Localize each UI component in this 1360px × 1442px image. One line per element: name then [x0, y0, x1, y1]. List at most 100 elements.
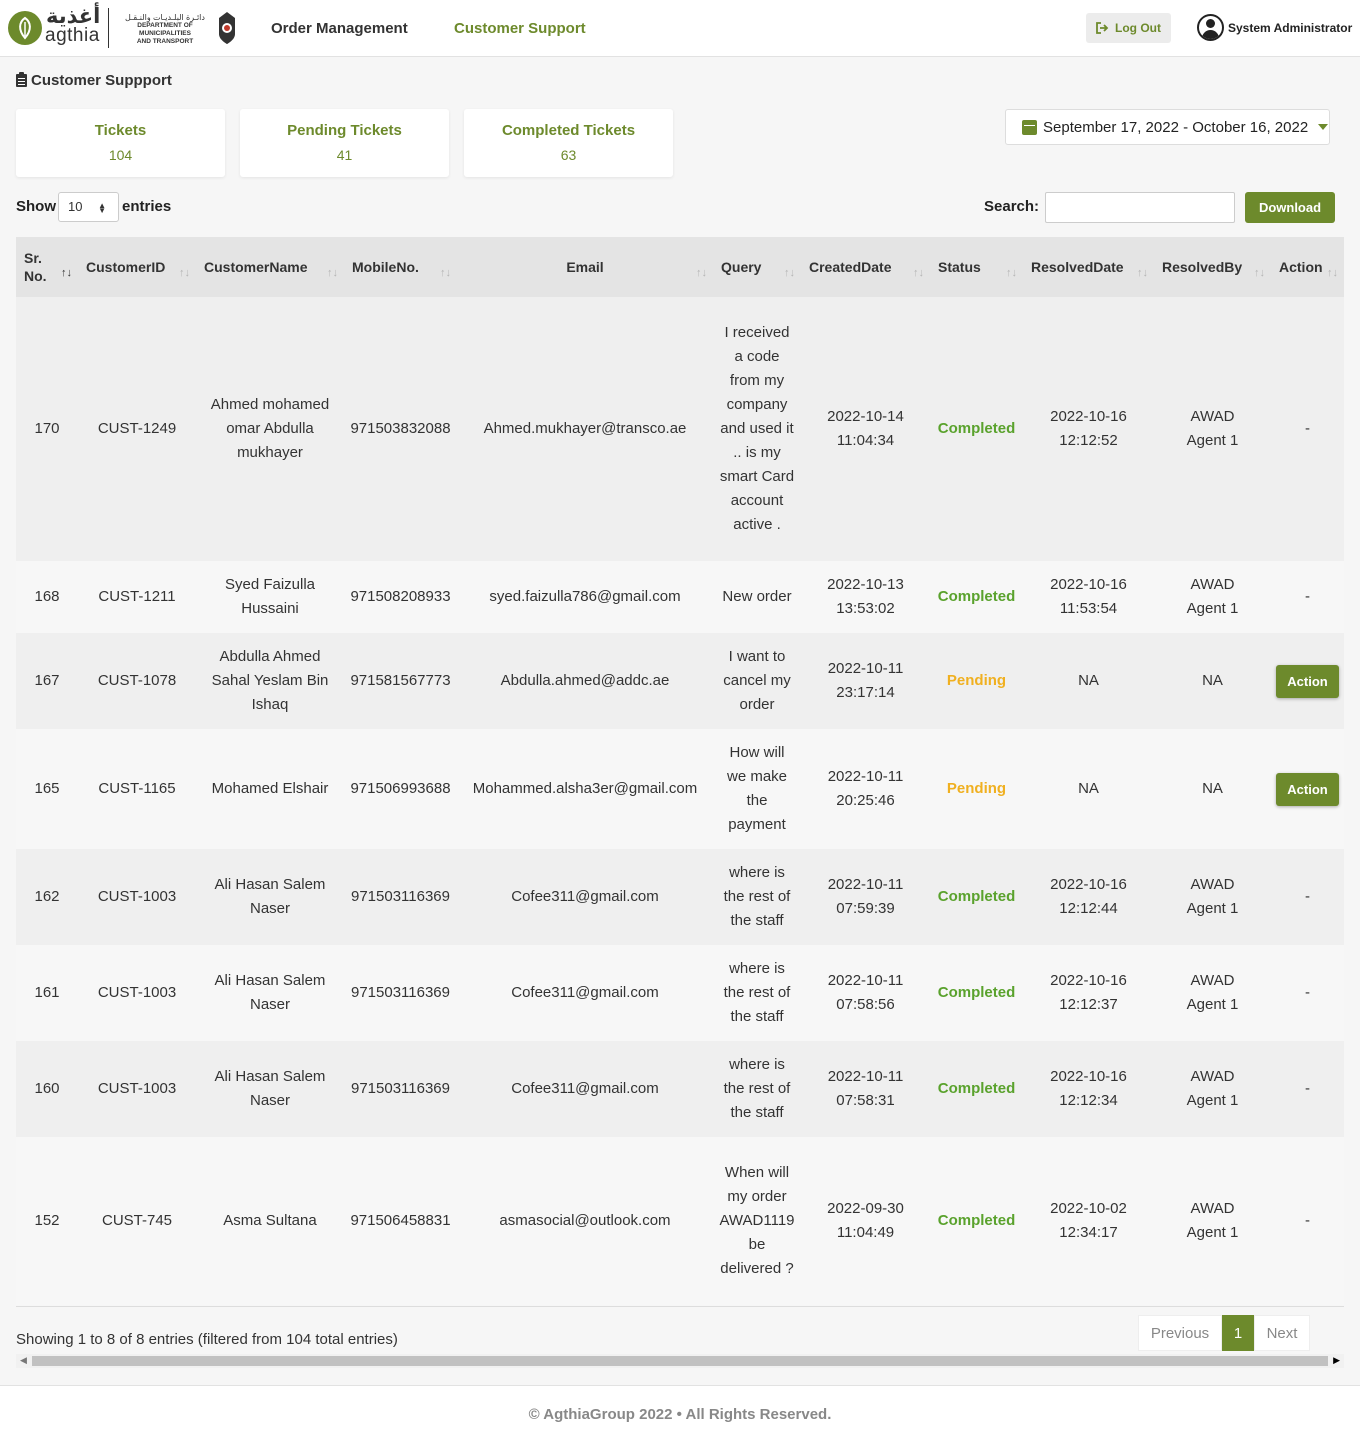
- col-header-created-date[interactable]: CreatedDate ↑↓: [801, 237, 930, 297]
- cell-query: When will my order AWAD1119 be delivered…: [713, 1137, 801, 1305]
- cell-customer-id: CUST-1078: [78, 633, 196, 729]
- cell-email: Abdulla.ahmed@addc.ae: [457, 633, 713, 729]
- table-row: 152 CUST-745 Asma Sultana 971506458831 asmas…: [16, 1137, 1344, 1305]
- nav-customer-support[interactable]: Customer Support: [454, 20, 586, 38]
- action-none: -: [1305, 984, 1310, 1001]
- cell-query: where is the rest of the staff: [713, 945, 801, 1041]
- cell-customer-name: Abdulla Ahmed Sahal Yeslam Bin Ishaq: [196, 633, 344, 729]
- col-header-customer-name[interactable]: CustomerName ↑↓: [196, 237, 344, 297]
- cell-status: Pending: [930, 633, 1023, 729]
- created-time: 23:17:14: [836, 684, 895, 701]
- col-header-action[interactable]: Action ↑↓: [1271, 237, 1344, 297]
- cell-action: -: [1271, 849, 1344, 945]
- scrollbar-thumb[interactable]: [32, 1356, 1328, 1366]
- dept-line1: DEPARTMENT OF MUNICIPALITIES: [137, 22, 193, 37]
- sort-icon: ↑↓: [440, 267, 451, 279]
- col-header-customer-id[interactable]: CustomerID ↑↓: [78, 237, 196, 297]
- tickets-table: Sr. No. ↑↓ CustomerID ↑↓ CustomerName ↑↓ Mo…: [16, 237, 1344, 1305]
- col-header-sr-no[interactable]: Sr. No. ↑↓: [16, 237, 78, 297]
- cell-sr-no: 170: [16, 297, 78, 561]
- col-header-resolved-by[interactable]: ResolvedBy ↑↓: [1154, 237, 1271, 297]
- table-row: 161 CUST-1003 Ali Hasan Salem Naser 9715031…: [16, 945, 1344, 1041]
- cell-created-date: 2022-10-11 07:58:56: [801, 945, 930, 1041]
- created-date: 2022-10-11: [827, 876, 904, 893]
- tickets-table-container[interactable]: Sr. No. ↑↓ CustomerID ↑↓ CustomerName ↑↓ Mo…: [16, 237, 1344, 1307]
- stat-card-completed: Completed Tickets 63: [464, 109, 673, 177]
- nav-order-management[interactable]: Order Management: [271, 20, 408, 38]
- sort-icon: ↑↓: [179, 267, 190, 279]
- sort-icon: ↑↓: [1137, 267, 1148, 279]
- next-page-button[interactable]: Next: [1254, 1315, 1310, 1351]
- cell-customer-name: Syed Faizulla Hussaini: [196, 561, 344, 633]
- cell-sr-no: 161: [16, 945, 78, 1041]
- entries-select-value: 10: [68, 199, 83, 214]
- resolved-time: 12:12:37: [1059, 996, 1118, 1013]
- cell-email: Mohammed.alsha3er@gmail.com: [457, 729, 713, 849]
- agthia-logo[interactable]: أغذية agthia: [8, 6, 100, 48]
- cell-sr-no: 152: [16, 1137, 78, 1305]
- cell-status: Pending: [930, 729, 1023, 849]
- col-header-email[interactable]: Email ↑↓: [457, 237, 713, 297]
- action-none: -: [1305, 1212, 1310, 1229]
- cell-query: I want to cancel my order: [713, 633, 801, 729]
- cell-mobile: 971503116369: [344, 1041, 457, 1137]
- previous-page-button[interactable]: Previous: [1138, 1315, 1222, 1351]
- cell-action: Action: [1271, 729, 1344, 849]
- action-button[interactable]: Action: [1276, 664, 1339, 698]
- cell-email: Cofee311@gmail.com: [457, 1041, 713, 1137]
- cell-status: Completed: [930, 297, 1023, 561]
- scroll-right-icon[interactable]: ▶: [1333, 1355, 1340, 1366]
- footer-text: © AgthiaGroup 2022 • All Rights Reserved…: [528, 1406, 832, 1423]
- table-header-row: Sr. No. ↑↓ CustomerID ↑↓ CustomerName ↑↓ Mo…: [16, 237, 1344, 297]
- resolved-time: 12:34:17: [1059, 1224, 1118, 1241]
- col-header-label: CustomerID: [86, 259, 166, 275]
- cell-customer-id: CUST-1249: [78, 297, 196, 561]
- col-header-status[interactable]: Status ↑↓: [930, 237, 1023, 297]
- cell-action: -: [1271, 945, 1344, 1041]
- stat-label: Tickets: [94, 122, 147, 139]
- date-range-picker[interactable]: September 17, 2022 - October 16, 2022: [1005, 109, 1330, 145]
- sort-icon: ↑↓: [1327, 267, 1338, 279]
- show-label: Show: [16, 198, 56, 215]
- created-date: 2022-10-11: [827, 768, 904, 785]
- logout-button[interactable]: Log Out: [1086, 13, 1171, 43]
- cell-customer-name: Asma Sultana: [196, 1137, 344, 1305]
- cell-resolved-date: 2022-10-16 12:12:52: [1023, 297, 1154, 561]
- action-button[interactable]: Action: [1276, 772, 1339, 806]
- created-time: 11:04:34: [836, 432, 895, 449]
- user-menu[interactable]: System Administrator: [1197, 14, 1352, 41]
- table-info: Showing 1 to 8 of 8 entries (filtered fr…: [16, 1331, 398, 1348]
- page-1-button[interactable]: 1: [1222, 1315, 1254, 1351]
- department-logo: دائـرة البلـديـات والنـقـل DEPARTMENT OF…: [117, 14, 213, 46]
- created-time: 07:58:56: [836, 996, 895, 1013]
- col-header-resolved-date[interactable]: ResolvedDate ↑↓: [1023, 237, 1154, 297]
- cell-action: -: [1271, 297, 1344, 561]
- cell-resolved-by: AWAD Agent 1: [1154, 945, 1271, 1041]
- select-arrows-icon: ▲ ▼: [98, 201, 106, 215]
- stat-value: 63: [560, 147, 577, 163]
- created-date: 2022-10-11: [827, 972, 904, 989]
- sign-out-icon: [1096, 22, 1109, 34]
- entries-select[interactable]: 10 ▲ ▼: [58, 192, 119, 222]
- cell-customer-name: Mohamed Elshair: [196, 729, 344, 849]
- cell-resolved-date: NA: [1023, 729, 1154, 849]
- cell-mobile: 971581567773: [344, 633, 457, 729]
- col-header-query[interactable]: Query ↑↓: [713, 237, 801, 297]
- search-input[interactable]: [1045, 192, 1235, 223]
- action-none: -: [1305, 888, 1310, 905]
- cell-status: Completed: [930, 1041, 1023, 1137]
- created-date: 2022-10-14: [827, 408, 904, 425]
- cell-customer-id: CUST-1211: [78, 561, 196, 633]
- horizontal-scrollbar[interactable]: ◀ ▶: [16, 1354, 1344, 1368]
- cell-sr-no: 165: [16, 729, 78, 849]
- cell-mobile: 971503116369: [344, 945, 457, 1041]
- sort-icon: ↑↓: [696, 267, 707, 279]
- resolved-date: 2022-10-16: [1050, 408, 1127, 425]
- cell-created-date: 2022-10-11 07:59:39: [801, 849, 930, 945]
- scroll-left-icon[interactable]: ◀: [20, 1355, 27, 1366]
- cell-resolved-date: 2022-10-02 12:34:17: [1023, 1137, 1154, 1305]
- resolved-date: 2022-10-16: [1050, 1068, 1127, 1085]
- col-header-mobile[interactable]: MobileNo. ↑↓: [344, 237, 457, 297]
- download-button[interactable]: Download: [1245, 192, 1335, 223]
- created-date: 2022-10-11: [827, 1068, 904, 1085]
